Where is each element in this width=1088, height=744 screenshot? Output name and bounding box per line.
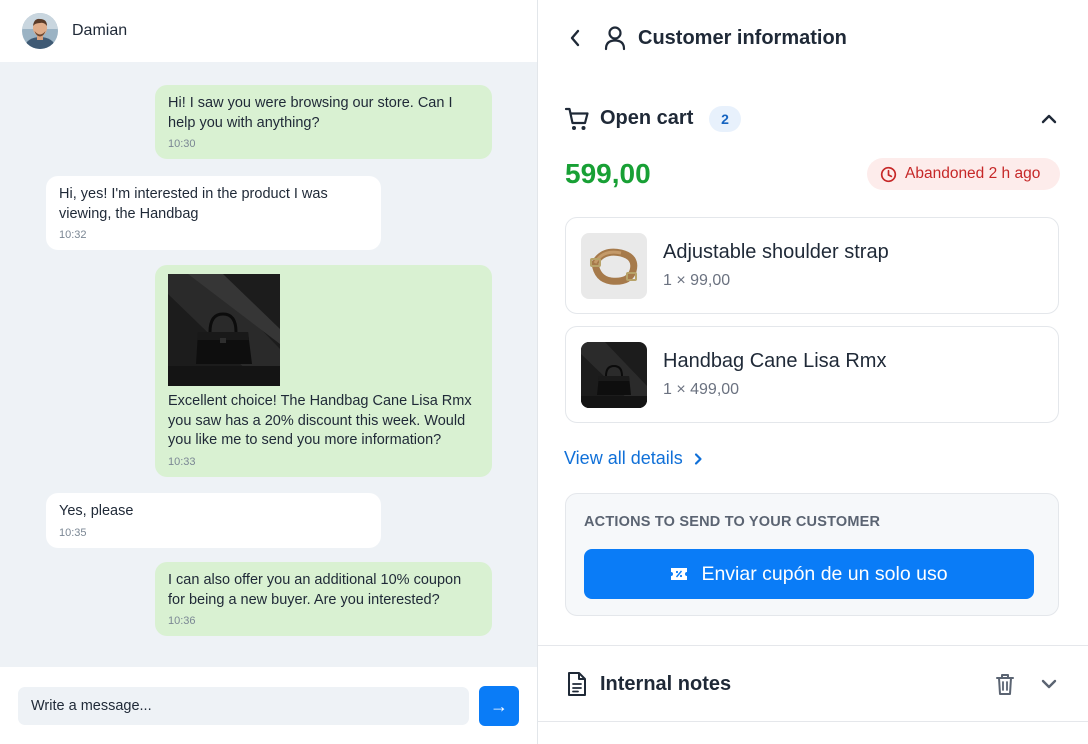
message-time: 10:33 — [168, 455, 196, 468]
send-button[interactable]: → — [479, 686, 519, 726]
shopping-cart-icon — [564, 106, 590, 132]
panel-header: Customer information — [538, 0, 1088, 78]
chevron-right-icon — [694, 452, 702, 465]
internal-notes-row[interactable]: Internal notes — [538, 646, 1088, 722]
handbag-photo[interactable] — [168, 274, 280, 386]
document-icon — [566, 671, 588, 697]
clock-icon — [880, 166, 897, 182]
message-input[interactable] — [18, 687, 469, 725]
chevron-down-icon[interactable] — [1038, 673, 1060, 695]
cart-title: Open cart — [600, 107, 694, 129]
panel-title: Customer information — [638, 27, 847, 49]
coupon-icon — [671, 568, 688, 580]
message-bubble-outgoing: Hi! I saw you were browsing our store. C… — [155, 85, 492, 159]
message-text: Excellent choice! The Handbag Cane Lisa … — [168, 393, 472, 448]
chevron-up-icon[interactable] — [1038, 108, 1060, 130]
status-badge: Abandoned 2 h ago — [867, 158, 1060, 190]
customer-actions-box: ACTIONS TO SEND TO YOUR CUSTOMER Enviar … — [565, 493, 1059, 616]
message-time: 10:30 — [168, 138, 196, 150]
cart-total: 599,00 — [565, 158, 651, 189]
chevron-left-icon[interactable] — [565, 27, 585, 49]
item-price: 1 × 499,00 — [663, 381, 740, 398]
handbag-thumbnail — [581, 342, 647, 408]
arrow-right-icon: → — [490, 695, 508, 716]
view-details-label: View all details — [564, 448, 683, 468]
message-bubble-outgoing: I can also offer you an additional 10% c… — [155, 562, 492, 636]
message-text: Yes, please — [59, 503, 134, 519]
coupon-button-label: Enviar cupón de un solo uso — [701, 562, 948, 585]
view-all-details-link[interactable]: View all details — [564, 448, 704, 469]
notes-title: Internal notes — [600, 673, 732, 695]
chat-header: Damian — [0, 0, 537, 62]
actions-title: ACTIONS TO SEND TO YOUR CUSTOMER — [584, 514, 881, 530]
message-text: I can also offer you an additional 10% c… — [168, 572, 462, 608]
avatar[interactable] — [22, 13, 58, 49]
send-coupon-button[interactable]: Enviar cupón de un solo uso — [584, 549, 1034, 599]
cart-item[interactable]: Adjustable shoulder strap 1 × 99,00 — [565, 217, 1059, 314]
message-text: Hi! I saw you were browsing our store. C… — [168, 95, 453, 131]
message-bubble-outgoing: Excellent choice! The Handbag Cane Lisa … — [155, 265, 492, 477]
customer-panel: Customer information Open cart 2 599,00 … — [538, 0, 1088, 744]
user-icon — [603, 25, 627, 51]
message-text: Hi, yes! I'm interested in the product I… — [59, 186, 328, 222]
strap-thumbnail — [581, 233, 647, 299]
item-name: Handbag Cane Lisa Rmx — [663, 350, 887, 372]
message-time: 10:36 — [168, 615, 196, 627]
cart-item[interactable]: Handbag Cane Lisa Rmx 1 × 499,00 — [565, 326, 1059, 423]
message-bubble-incoming: Hi, yes! I'm interested in the product I… — [46, 176, 381, 250]
message-composer: → — [0, 667, 537, 744]
cart-count-badge: 2 — [709, 106, 741, 132]
message-time: 10:32 — [59, 229, 87, 241]
item-price: 1 × 99,00 — [663, 272, 731, 289]
abandoned-label: Abandoned 2 h ago — [905, 165, 1041, 182]
chat-panel: Damian Hi! I saw you were browsing our s… — [0, 0, 538, 744]
divider — [538, 721, 1088, 722]
trash-icon[interactable] — [994, 672, 1016, 696]
contact-name: Damian — [72, 22, 128, 39]
message-time: 10:35 — [59, 526, 87, 539]
item-name: Adjustable shoulder strap — [663, 241, 889, 263]
message-bubble-incoming: Yes, please 10:35 — [46, 493, 381, 548]
